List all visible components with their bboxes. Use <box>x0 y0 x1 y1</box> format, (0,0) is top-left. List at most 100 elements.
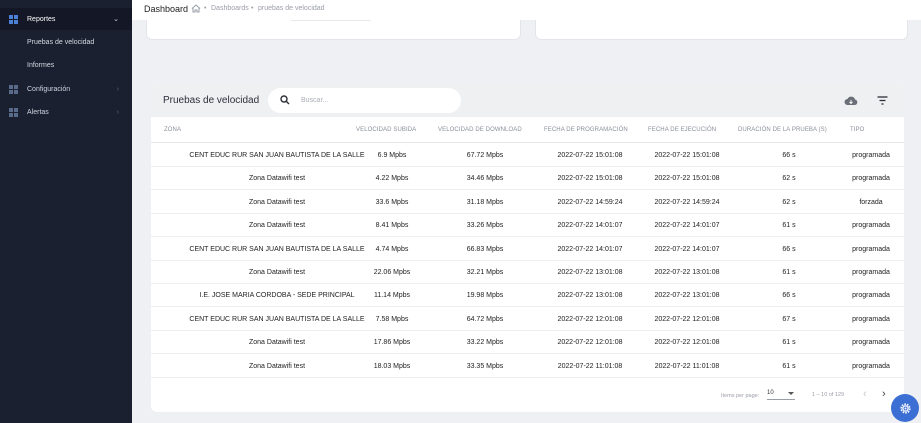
table-cell: programada <box>852 292 890 300</box>
table-cell: 61 s <box>782 269 796 276</box>
table-cell: 33.6 Mpbs <box>375 198 409 206</box>
chevron-right-icon: › <box>116 85 119 93</box>
table-cell: 2022-07-22 12:01:08 <box>654 339 720 347</box>
next-page-button[interactable]: › <box>882 388 886 400</box>
cloud-download-icon[interactable] <box>844 95 858 106</box>
dashboard-grid-icon <box>9 84 18 94</box>
table-cell: 7.58 Mpbs <box>375 315 409 323</box>
table-cell: Zona Datawifi test <box>248 362 306 370</box>
search-icon <box>280 95 290 105</box>
sidebar: Reportes ⌄ Pruebas de velocidad Informes… <box>0 0 132 423</box>
table-row[interactable]: Zona Datawifi test 22.06 Mpbs 32.21 Mpbs 20… <box>151 261 904 284</box>
table-cell: 17.86 Mpbs <box>373 339 411 347</box>
table-cell: 8.41 Mpbs <box>375 222 409 230</box>
chevron-down-icon: ⌄ <box>113 16 119 23</box>
items-per-page-value: 10 <box>767 390 774 396</box>
sidebar-subitem-pruebas-de-velocidad[interactable]: Pruebas de velocidad <box>0 31 132 53</box>
column-header-tipo[interactable]: TIPO <box>850 127 864 133</box>
table-cell: Zona Datawifi test <box>248 222 306 230</box>
table-cell: 33.35 Mpbs <box>466 362 504 370</box>
table-cell: 66 s <box>782 152 796 159</box>
table-cell: 18.03 Mpbs <box>373 362 411 370</box>
column-header-fecha-ejecucion[interactable]: FECHA DE EJECUCIÓN <box>648 127 716 133</box>
table-cell: 2022-07-22 12:01:08 <box>557 315 623 323</box>
table-row[interactable]: CENT EDUC RUR SAN JUAN BAUTISTA DE LA SA… <box>151 238 904 261</box>
table-cell: 61 s <box>782 362 796 370</box>
home-icon[interactable] <box>191 4 201 13</box>
table-row[interactable]: CENT EDUC RUR SAN JUAN BAUTISTA DE LA SA… <box>151 144 904 167</box>
table-cell: 4.22 Mpbs <box>375 175 409 183</box>
table-cell: 2022-07-22 11:01:08 <box>654 362 720 370</box>
table-row[interactable]: Zona Datawifi test 33.6 Mpbs 31.18 Mpbs 202… <box>151 191 904 214</box>
speed-tests-card: Pruebas de velocidad ZONA VELOCIDAD SUBI… <box>151 83 904 412</box>
table-cell: 2022-07-22 14:59:24 <box>654 198 720 206</box>
table-row[interactable]: Zona Datawifi test 8.41 Mpbs 33.26 Mpbs 202… <box>151 214 904 238</box>
caret-down-icon <box>788 392 794 395</box>
table-cell: CENT EDUC RUR SAN JUAN BAUTISTA DE LA SA… <box>189 152 365 159</box>
search-input[interactable] <box>301 94 451 107</box>
sidebar-item-label: Informes <box>27 61 55 69</box>
table-cell: 19.98 Mpbs <box>466 292 504 300</box>
table-cell: 33.22 Mpbs <box>466 339 504 347</box>
table-cell: 33.26 Mpbs <box>466 222 504 230</box>
table-cell: 64.72 Mpbs <box>466 315 504 323</box>
table-cell: Zona Datawifi test <box>248 198 306 206</box>
table-cell: 61 s <box>782 339 796 347</box>
table-cell: 62 s <box>782 175 796 183</box>
table-cell: 2022-07-22 14:01:07 <box>654 245 720 253</box>
summary-card <box>535 20 908 40</box>
table-cell: 2022-07-22 15:01:08 <box>654 175 720 183</box>
table-cell: programada <box>852 315 890 323</box>
sidebar-item-reportes[interactable]: Reportes ⌄ <box>0 8 132 30</box>
column-header-velocidad-download[interactable]: VELOCIDAD DE DOWNLOAD <box>438 127 522 133</box>
divider <box>151 142 904 143</box>
column-header-zona[interactable]: ZONA <box>164 127 181 133</box>
column-header-velocidad-subida[interactable]: VELOCIDAD SUBIDA <box>356 127 416 133</box>
table-row[interactable]: I.E. JOSE MARIA CORDOBA - SEDE PRINCIPAL… <box>151 284 904 308</box>
table-cell: 2022-07-22 15:01:08 <box>557 152 623 159</box>
sidebar-item-label: Alertas <box>27 108 49 116</box>
table-cell: 2022-07-22 14:01:07 <box>557 245 623 253</box>
sidebar-subitem-informes[interactable]: Informes <box>0 54 132 76</box>
table-cell: 2022-07-22 13:01:08 <box>654 292 720 300</box>
table-cell: 2022-07-22 13:01:08 <box>557 269 623 276</box>
table-row[interactable]: CENT EDUC RUR SAN JUAN BAUTISTA DE LA SA… <box>151 308 904 331</box>
previous-page-button[interactable]: ‹ <box>863 388 867 400</box>
items-per-page-label: Items per page: <box>721 393 760 399</box>
table-cell: programada <box>852 175 890 183</box>
breadcrumb-dashboards[interactable]: Dashboards <box>211 5 249 12</box>
settings-fab-button[interactable] <box>891 394 919 422</box>
sidebar-item-configuracion[interactable]: Configuración › <box>0 78 132 100</box>
dashboard-grid-icon <box>9 107 18 117</box>
search-box[interactable] <box>268 88 461 113</box>
table-cell: 2022-07-22 14:59:24 <box>557 198 623 206</box>
table-cell: 2022-07-22 13:01:08 <box>557 292 623 300</box>
table-cell: CENT EDUC RUR SAN JUAN BAUTISTA DE LA SA… <box>189 245 365 253</box>
table-cell: Zona Datawifi test <box>248 269 306 276</box>
table-cell: 11.14 Mpbs <box>373 292 411 300</box>
dashboard-grid-icon <box>9 14 18 24</box>
sidebar-item-alertas[interactable]: Alertas › <box>0 101 132 123</box>
table-cell: 6.9 Mpbs <box>377 152 407 159</box>
chevron-right-icon: › <box>116 108 119 116</box>
items-per-page-select[interactable]: 10 <box>767 390 795 400</box>
breadcrumb-separator: • <box>251 5 254 12</box>
table-cell: 61 s <box>782 222 796 230</box>
filter-icon[interactable] <box>877 96 888 105</box>
table-row[interactable]: Zona Datawifi test 17.86 Mpbs 33.22 Mpbs 20… <box>151 331 904 355</box>
table-row[interactable]: Zona Datawifi test 18.03 Mpbs 33.35 Mpbs 20… <box>151 355 904 378</box>
table-cell: 2022-07-22 12:01:08 <box>557 339 623 347</box>
card-title: Pruebas de velocidad <box>163 95 260 106</box>
column-header-fecha-programacion[interactable]: FECHA DE PROGRAMACIÓN <box>544 127 628 133</box>
table-cell: 2022-07-22 11:01:08 <box>557 362 623 370</box>
table-cell: Zona Datawifi test <box>248 339 306 347</box>
table-cell: 2022-07-22 13:01:08 <box>654 269 720 276</box>
table-cell: 22.06 Mpbs <box>373 269 411 276</box>
table-row[interactable]: Zona Datawifi test 4.22 Mpbs 34.46 Mpbs 202… <box>151 167 904 191</box>
table-cell: 66.83 Mpbs <box>466 245 504 253</box>
table-cell: 2022-07-22 14:01:07 <box>654 222 720 230</box>
table-cell: programada <box>852 245 890 253</box>
column-header-duracion[interactable]: DURACIÓN DE LA PRUEBA (S) <box>738 127 827 133</box>
card-header: Pruebas de velocidad <box>151 83 904 117</box>
table-cell: forzada <box>859 198 883 206</box>
